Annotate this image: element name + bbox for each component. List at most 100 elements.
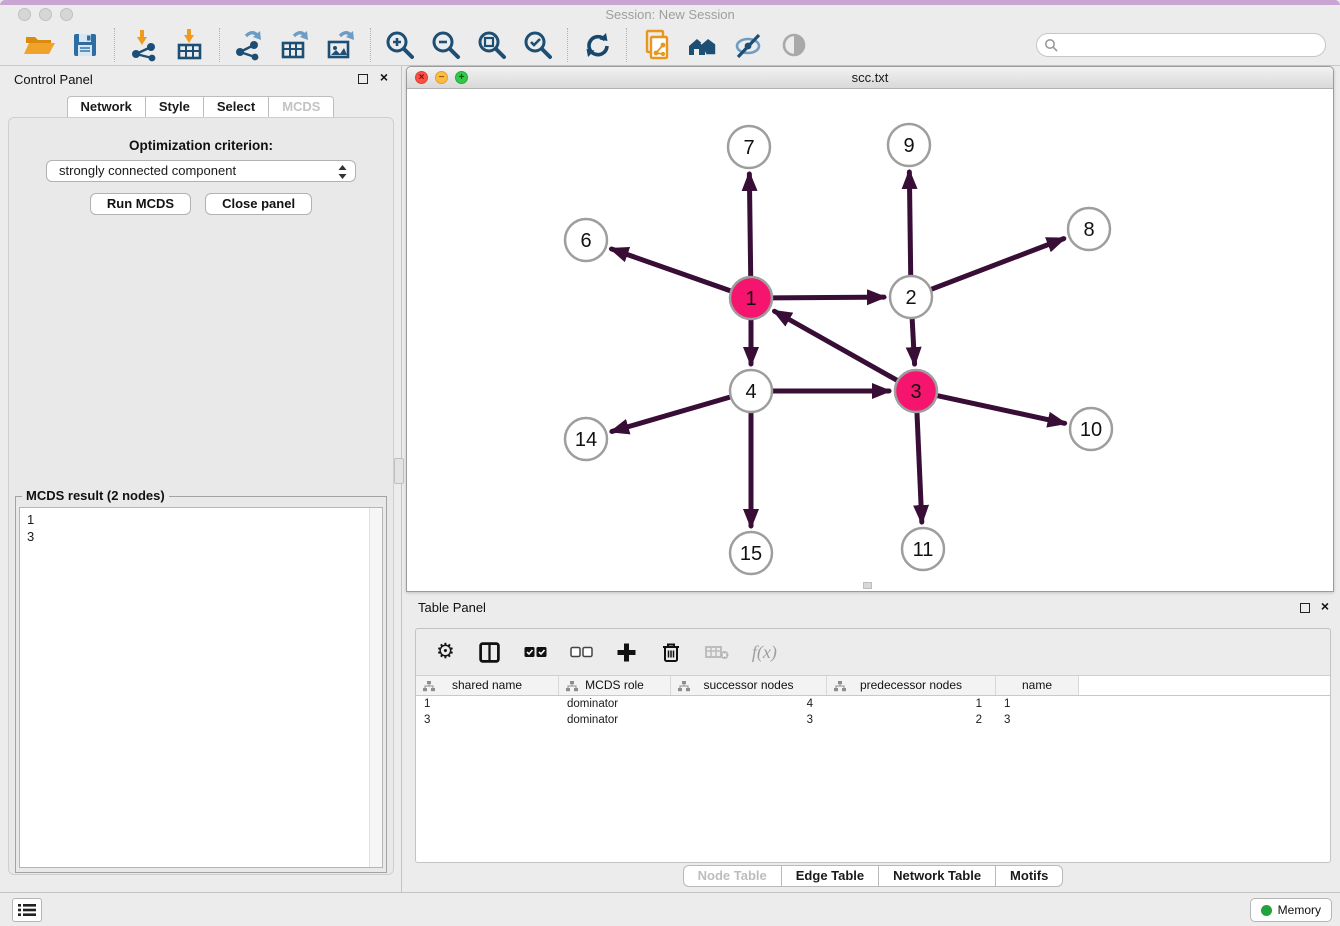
zoom-fit-icon[interactable] xyxy=(475,28,509,62)
criterion-select[interactable]: strongly connected component xyxy=(46,160,356,182)
task-history-button[interactable] xyxy=(12,898,42,922)
tab-style[interactable]: Style xyxy=(145,96,203,118)
export-network-icon[interactable] xyxy=(232,28,266,62)
tab-edge-table[interactable]: Edge Table xyxy=(781,865,878,887)
node-14[interactable]: 14 xyxy=(565,418,607,460)
node-10[interactable]: 10 xyxy=(1070,408,1112,450)
table-panel-close-icon[interactable]: × xyxy=(1321,598,1329,614)
table-row[interactable]: 3dominator323 xyxy=(416,712,1330,728)
node-1[interactable]: 1 xyxy=(730,277,772,319)
zoom-in-icon[interactable] xyxy=(383,28,417,62)
zoom-out-icon[interactable] xyxy=(429,28,463,62)
run-mcds-button[interactable]: Run MCDS xyxy=(90,193,191,215)
edge-3-1[interactable] xyxy=(775,311,897,380)
criterion-select-value: strongly connected component xyxy=(59,163,236,178)
tab-mcds[interactable]: MCDS xyxy=(268,96,334,118)
column-label: MCDS role xyxy=(585,678,644,692)
zoom-selected-icon[interactable] xyxy=(521,28,555,62)
node-2[interactable]: 2 xyxy=(890,276,932,318)
memory-button[interactable]: Memory xyxy=(1250,898,1332,922)
control-tabs: NetworkStyleSelectMCDS xyxy=(0,96,401,118)
column-label: successor nodes xyxy=(703,678,793,692)
table-panel-title: Table Panel xyxy=(418,600,486,615)
save-session-icon[interactable] xyxy=(68,28,102,62)
cell-predecessor-nodes: 1 xyxy=(827,696,996,712)
tab-network[interactable]: Network xyxy=(67,96,145,118)
tab-node-table[interactable]: Node Table xyxy=(683,865,781,887)
show-graphics-details-icon[interactable] xyxy=(777,28,811,62)
cell-name: 3 xyxy=(996,712,1079,728)
svg-text:6: 6 xyxy=(580,230,591,252)
network-canvas-svg[interactable]: 1 2 3 4 6 7 8 9 10 11 14 15 xyxy=(407,89,1333,591)
panel-divider-grip[interactable] xyxy=(394,458,404,484)
network-view-window: × − + scc.txt 1 2 3 4 6 7 8 9 10 11 14 15 xyxy=(406,66,1334,592)
duplicate-network-icon[interactable] xyxy=(639,28,673,62)
first-neighbors-icon[interactable] xyxy=(685,28,719,62)
node-3[interactable]: 3 xyxy=(895,370,937,412)
close-panel-button[interactable]: Close panel xyxy=(205,193,312,215)
node-8[interactable]: 8 xyxy=(1068,208,1110,250)
svg-text:7: 7 xyxy=(743,137,754,159)
hide-panels-icon[interactable] xyxy=(731,28,765,62)
delete-row-icon[interactable] xyxy=(660,641,682,664)
network-window-titlebar[interactable]: × − + scc.txt xyxy=(407,67,1333,89)
show-column-icon[interactable] xyxy=(478,641,501,664)
add-row-icon[interactable] xyxy=(616,642,637,663)
import-network-icon[interactable] xyxy=(127,28,161,62)
mcds-result-list[interactable]: 13 xyxy=(19,507,383,868)
edge-2-8[interactable] xyxy=(932,239,1064,290)
node-7[interactable]: 7 xyxy=(728,126,770,168)
column-header-predecessor-nodes[interactable]: predecessor nodes xyxy=(827,676,996,695)
tab-select[interactable]: Select xyxy=(203,96,268,118)
edge-1-7[interactable] xyxy=(749,174,750,276)
edge-3-11[interactable] xyxy=(917,413,922,522)
task-list-icon xyxy=(18,903,36,917)
table-panel-float-icon[interactable] xyxy=(1300,603,1310,613)
table-panel: Table Panel × ⚙ f(x) shared nameMCDS rol… xyxy=(406,596,1340,892)
edge-1-6[interactable] xyxy=(611,249,730,291)
cell-predecessor-nodes: 2 xyxy=(827,712,996,728)
control-panel-float-icon[interactable] xyxy=(358,74,368,84)
search-input[interactable] xyxy=(1036,33,1326,57)
edge-1-2[interactable] xyxy=(773,297,884,298)
edge-2-9[interactable] xyxy=(909,172,910,275)
control-panel-title: Control Panel xyxy=(14,72,93,87)
node-11[interactable]: 11 xyxy=(902,528,944,570)
search-field xyxy=(1036,33,1326,57)
column-settings-icon[interactable]: ⚙ xyxy=(436,642,455,662)
edge-2-3[interactable] xyxy=(912,319,914,364)
node-15[interactable]: 15 xyxy=(730,532,772,574)
node-6[interactable]: 6 xyxy=(565,219,607,261)
refresh-icon[interactable] xyxy=(580,28,614,62)
select-all-icon[interactable] xyxy=(524,645,547,659)
deselect-all-icon[interactable] xyxy=(570,645,593,659)
table-row[interactable]: 1dominator411 xyxy=(416,696,1330,712)
mcds-result-group: MCDS result (2 nodes) 13 xyxy=(15,496,387,873)
column-header-mcds-role[interactable]: MCDS role xyxy=(559,676,671,695)
window-title: Session: New Session xyxy=(0,7,1340,22)
table-tabs: Node TableEdge TableNetwork TableMotifs xyxy=(406,865,1340,887)
edge-4-14[interactable] xyxy=(612,397,730,431)
column-header-shared-name[interactable]: shared name xyxy=(416,676,559,695)
node-9[interactable]: 9 xyxy=(888,124,930,166)
svg-text:14: 14 xyxy=(575,429,597,451)
edge-3-10[interactable] xyxy=(937,396,1064,424)
import-table-icon[interactable] xyxy=(173,28,207,62)
export-table-icon[interactable] xyxy=(278,28,312,62)
node-4[interactable]: 4 xyxy=(730,370,772,412)
mcds-panel: Optimization criterion: strongly connect… xyxy=(8,117,394,875)
network-canvas[interactable]: 1 2 3 4 6 7 8 9 10 11 14 15 xyxy=(407,89,1333,591)
column-header-successor-nodes[interactable]: successor nodes xyxy=(671,676,827,695)
export-image-icon[interactable] xyxy=(324,28,358,62)
result-scrollbar[interactable] xyxy=(369,508,382,867)
tab-motifs[interactable]: Motifs xyxy=(995,865,1063,887)
column-label: predecessor nodes xyxy=(860,678,962,692)
control-panel-close-icon[interactable]: × xyxy=(380,69,388,85)
cell-mcds-role: dominator xyxy=(559,696,671,712)
svg-text:4: 4 xyxy=(745,381,756,403)
tab-network-table[interactable]: Network Table xyxy=(878,865,995,887)
svg-text:9: 9 xyxy=(903,135,914,157)
column-header-name[interactable]: name xyxy=(996,676,1079,695)
network-hscroll-grip[interactable] xyxy=(863,582,872,589)
open-session-icon[interactable] xyxy=(22,28,56,62)
